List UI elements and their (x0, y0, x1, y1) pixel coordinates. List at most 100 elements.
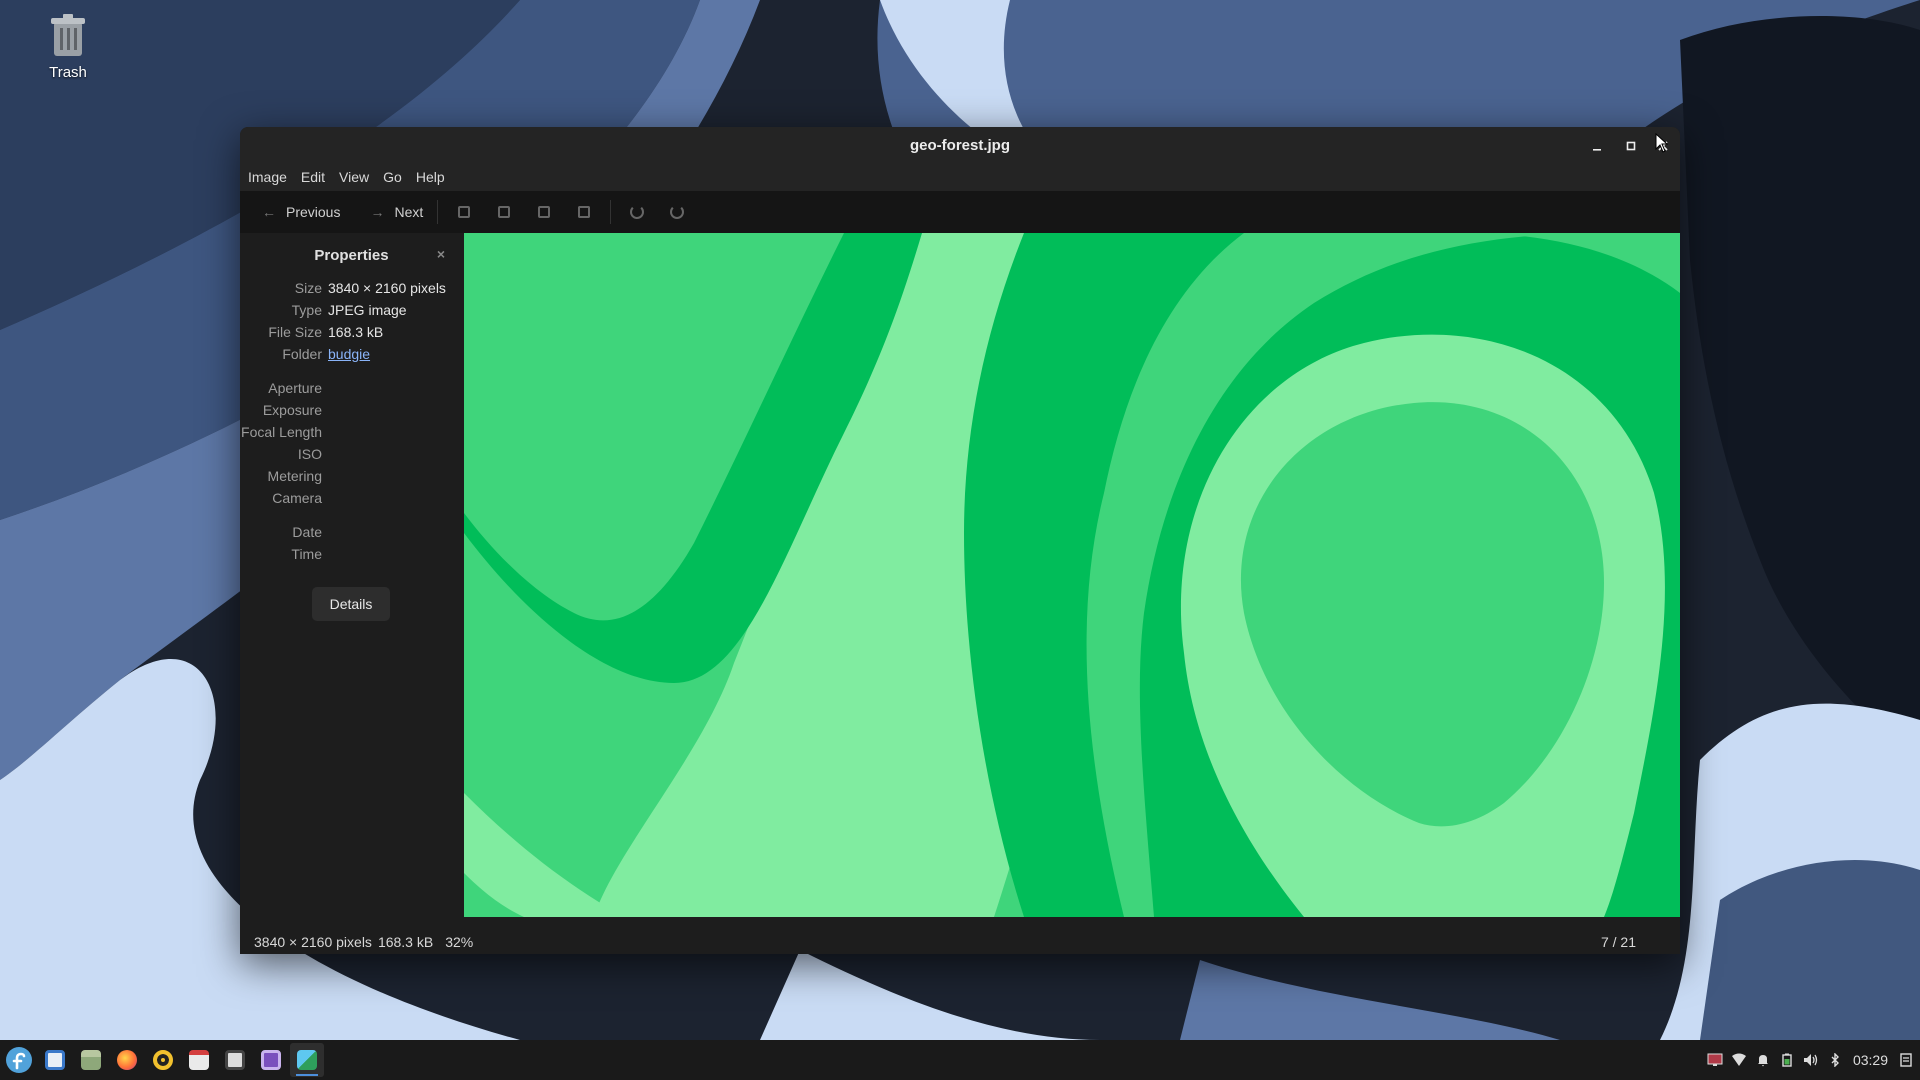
size-value: 3840 × 2160 pixels (328, 280, 446, 296)
bluetooth-icon (1831, 1053, 1839, 1067)
status-filesize: 168.3 kB (377, 933, 434, 950)
rotate-left-icon (630, 205, 645, 219)
iso-label: ISO (297, 446, 322, 462)
arrow-left-icon: ← (262, 204, 276, 220)
exposure-label: Exposure (262, 402, 322, 418)
maximize-button[interactable] (1620, 135, 1642, 157)
property-iso: ISO (240, 443, 463, 465)
zoom-out-button[interactable] (484, 197, 524, 227)
rotate-left-button[interactable] (617, 197, 657, 227)
taskbar-app-software[interactable] (38, 1043, 72, 1077)
status-image-position: 7 / 21 (1600, 933, 1636, 950)
terminal-icon (225, 1050, 245, 1070)
property-folder: Folder budgie (240, 343, 463, 365)
previous-button[interactable]: ← Previous (254, 197, 348, 227)
next-button[interactable]: → Next (362, 197, 431, 227)
taskbar-app-image-viewer[interactable] (290, 1043, 324, 1077)
property-size: Size 3840 × 2160 pixels (240, 277, 463, 299)
taskbar-app-screenshot[interactable] (254, 1043, 288, 1077)
wifi-tray[interactable] (1731, 1052, 1747, 1068)
rotate-right-button[interactable] (657, 197, 697, 227)
mouse-cursor-icon (1655, 133, 1669, 153)
property-focal-length: Focal Length (240, 421, 463, 443)
rotate-right-icon (670, 205, 685, 219)
menu-edit[interactable]: Edit (299, 169, 333, 185)
zoom-normal-icon (538, 206, 551, 218)
property-camera: Camera (240, 487, 463, 509)
volume-icon (1803, 1054, 1818, 1066)
property-time: Time (240, 543, 463, 565)
app-menu-button[interactable] (2, 1043, 36, 1077)
show-desktop-tray[interactable] (1898, 1052, 1914, 1068)
menu-help[interactable]: Help (414, 169, 453, 185)
property-metering: Metering (240, 465, 463, 487)
store-bag-icon (189, 1050, 209, 1070)
screenshot-tool-icon (261, 1050, 281, 1070)
bluetooth-tray[interactable] (1827, 1052, 1843, 1068)
image-canvas[interactable] (464, 233, 1680, 917)
trash-desktop-icon[interactable]: Trash (30, 14, 106, 82)
wifi-icon (1731, 1053, 1746, 1066)
taskbar-app-files[interactable] (74, 1043, 108, 1077)
filesize-value: 168.3 kB (328, 324, 384, 340)
window-titlebar[interactable]: geo-forest.jpg (240, 127, 1680, 163)
minimize-button[interactable] (1586, 135, 1608, 157)
zoom-fit-icon (578, 206, 591, 218)
properties-sidebar: Properties × Size 3840 × 2160 pixels Typ… (240, 233, 463, 929)
status-dimensions: 3840 × 2160 pixels (254, 933, 372, 950)
notifications-tray[interactable] (1755, 1052, 1771, 1068)
date-label: Date (292, 524, 322, 540)
toolbar-separator (610, 200, 612, 224)
maximize-icon (1626, 141, 1636, 151)
sidebar-close-icon[interactable]: × (437, 246, 445, 262)
arrow-right-icon: → (370, 204, 385, 220)
menu-go[interactable]: Go (381, 169, 410, 185)
property-exposure: Exposure (240, 399, 463, 421)
toolbar-separator (437, 200, 439, 224)
screen-record-tray[interactable] (1707, 1052, 1723, 1068)
taskbar-app-terminal[interactable] (218, 1043, 252, 1077)
clock[interactable]: 03:29 (1853, 1052, 1888, 1068)
window-title: geo-forest.jpg (910, 136, 1010, 154)
camera-label: Camera (272, 490, 322, 506)
status-zoom: 32% (445, 933, 474, 950)
time-label: Time (291, 546, 322, 562)
menu-view[interactable]: View (337, 169, 377, 185)
properties-title: Properties (314, 246, 389, 264)
taskbar-app-firefox[interactable] (110, 1043, 144, 1077)
show-desktop-icon (1900, 1053, 1912, 1067)
system-tray: 03:29 (1699, 1040, 1914, 1080)
zoom-fit-button[interactable] (564, 197, 604, 227)
fedora-logo-icon (6, 1047, 32, 1073)
software-center-icon (45, 1050, 65, 1070)
menu-image[interactable]: Image (246, 169, 295, 185)
properties-header: Properties × (240, 233, 463, 277)
main-content: Properties × Size 3840 × 2160 pixels Typ… (240, 233, 1680, 929)
battery-tray[interactable] (1779, 1052, 1795, 1068)
property-type: Type JPEG image (240, 299, 463, 321)
battery-icon (1782, 1053, 1792, 1067)
taskbar: 03:29 (0, 1040, 1920, 1080)
statusbar: 3840 × 2160 pixels 168.3 kB 32% 7 / 21 (240, 929, 1680, 954)
image-viewer-window: geo-forest.jpg Image Edit View Go Help ←… (240, 127, 1680, 954)
zoom-out-icon (498, 206, 511, 218)
property-filesize: File Size 168.3 kB (240, 321, 463, 343)
screen-record-icon (1707, 1053, 1723, 1066)
property-aperture: Aperture (240, 377, 463, 399)
zoom-in-button[interactable] (444, 197, 484, 227)
filesize-label: File Size (268, 324, 322, 340)
toolbar: ← Previous → Next (240, 191, 1680, 233)
aperture-label: Aperture (268, 380, 322, 396)
details-button[interactable]: Details (312, 587, 390, 621)
taskbar-app-music[interactable] (146, 1043, 180, 1077)
focal-length-label: Focal Length (241, 424, 322, 440)
image-viewer-icon (297, 1050, 317, 1070)
volume-tray[interactable] (1803, 1052, 1819, 1068)
size-label: Size (294, 280, 322, 296)
folder-link[interactable]: budgie (328, 346, 370, 362)
zoom-normal-button[interactable] (524, 197, 564, 227)
taskbar-app-store[interactable] (182, 1043, 216, 1077)
music-player-icon (153, 1050, 173, 1070)
files-icon (81, 1050, 101, 1070)
zoom-in-icon (458, 206, 471, 218)
